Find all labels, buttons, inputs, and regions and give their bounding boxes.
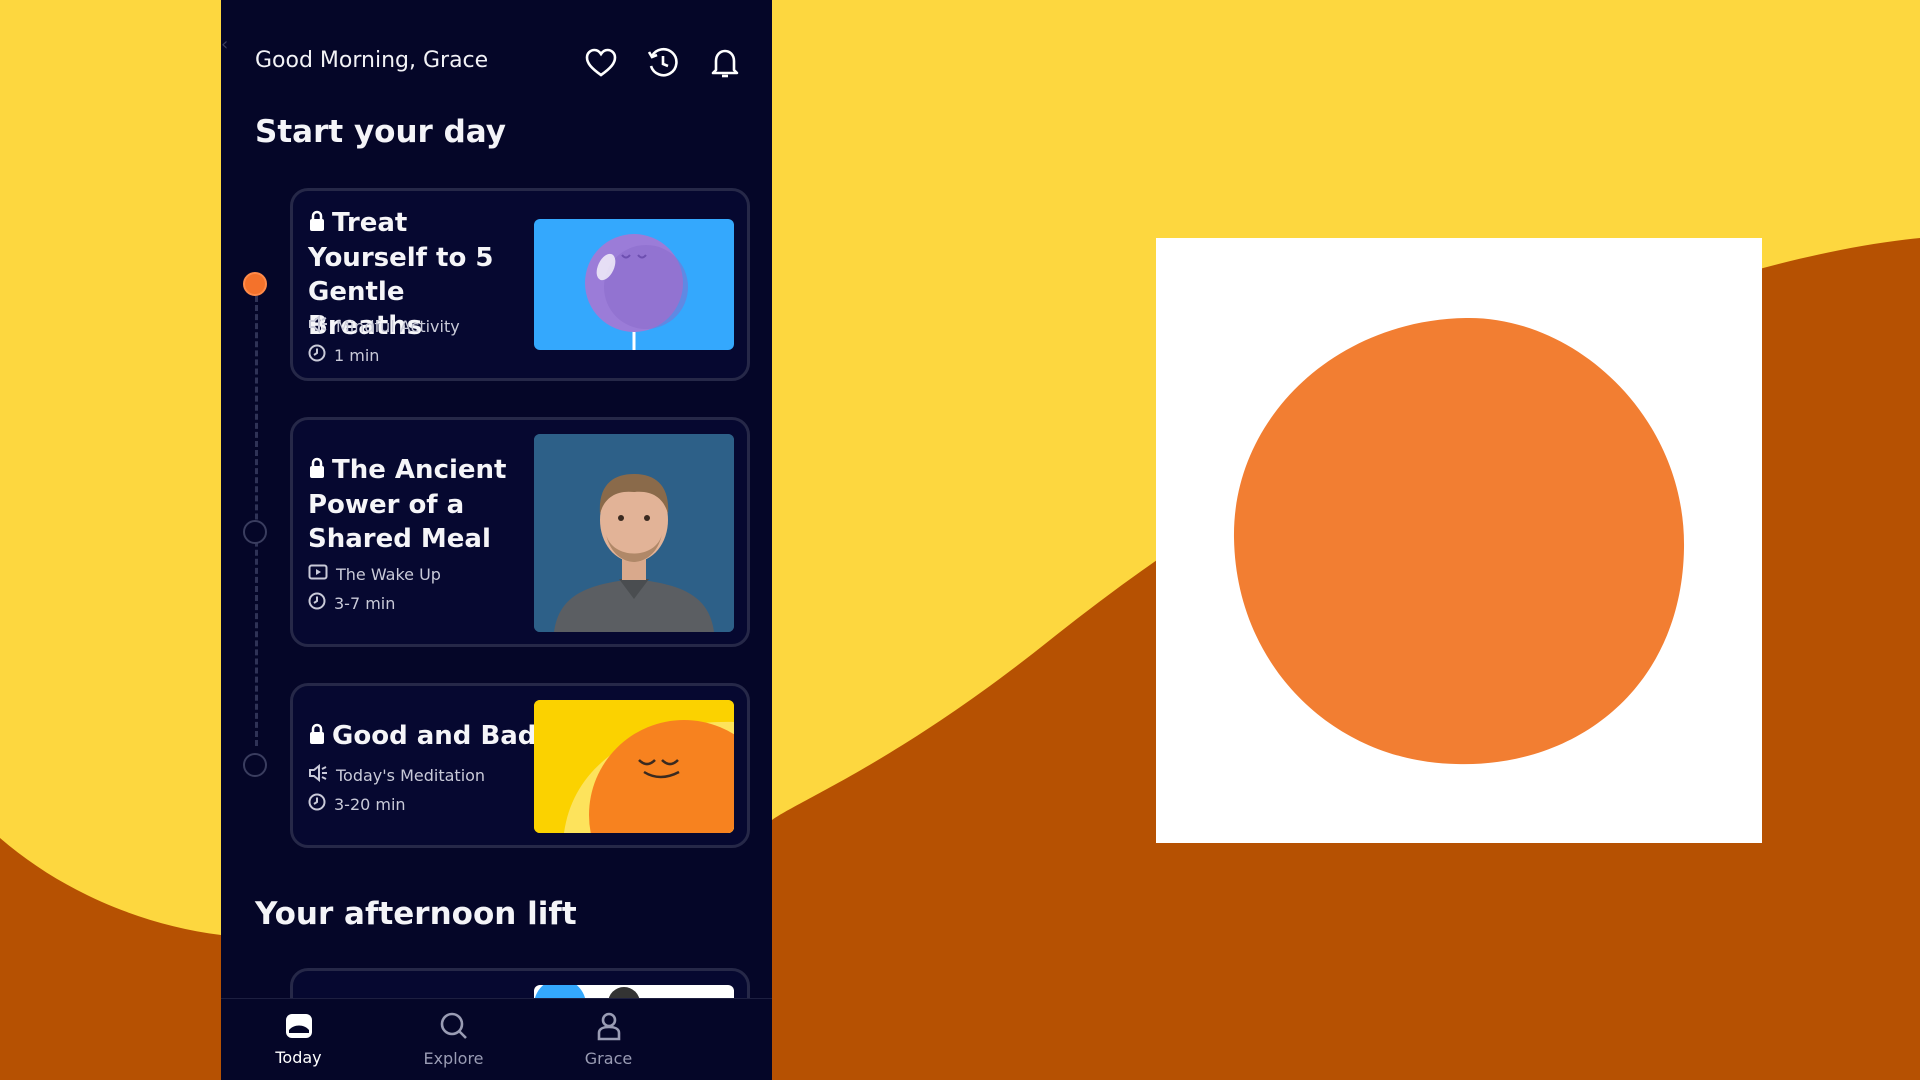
bottom-navigation: Today Explore Grace: [221, 998, 772, 1080]
history-icon[interactable]: [644, 44, 682, 82]
search-icon: [439, 1011, 469, 1045]
content-card[interactable]: The Ancient Power of a Shared Meal The W…: [290, 417, 750, 647]
timeline-dot: [243, 753, 267, 777]
lock-icon: [308, 454, 326, 488]
nav-profile[interactable]: Grace: [531, 999, 686, 1080]
lock-icon: [308, 207, 326, 241]
greeting-text: Good Morning, Grace: [255, 48, 489, 73]
card-type: The Wake Up: [308, 563, 441, 585]
back-chevron-icon[interactable]: ‹: [221, 34, 228, 55]
section-title-start-day: Start your day: [255, 114, 506, 150]
card-duration: 1 min: [308, 344, 379, 366]
phone-screen: ‹ Good Morning, Grace Start your day Tre…: [221, 0, 772, 1080]
audio-icon: [308, 763, 328, 786]
video-icon: [308, 563, 328, 585]
profile-icon: [596, 1011, 622, 1045]
timeline-dot-active: [243, 272, 267, 296]
nav-explore[interactable]: Explore: [376, 999, 531, 1080]
header-actions: [582, 44, 744, 82]
orange-blob-card: [1156, 238, 1762, 843]
clock-icon: [308, 344, 326, 366]
heart-icon[interactable]: [582, 44, 620, 82]
content-card[interactable]: Treat Yourself to 5 Gentle Breaths Mindf…: [290, 188, 750, 381]
lock-icon: [308, 720, 326, 754]
card-duration: 3-20 min: [308, 793, 406, 815]
clock-icon: [308, 592, 326, 614]
card-duration: 3-7 min: [308, 592, 395, 614]
card-thumbnail-balloon: [534, 219, 734, 350]
nav-today[interactable]: Today: [221, 999, 376, 1080]
section-title-afternoon: Your afternoon lift: [255, 896, 577, 932]
bell-icon[interactable]: [706, 44, 744, 82]
timeline-dot: [243, 520, 267, 544]
today-icon: [284, 1012, 314, 1044]
card-thumbnail-sun: [534, 700, 734, 833]
orange-blob-shape: [1233, 317, 1685, 765]
card-title: The Ancient Power of a Shared Meal: [308, 454, 507, 554]
content-card[interactable]: Good and Bad Today's Meditation 3-20 min: [290, 683, 750, 848]
audio-icon: [308, 314, 328, 337]
card-thumbnail-portrait: [534, 434, 734, 632]
card-title: Good and Bad: [308, 719, 538, 754]
clock-icon: [308, 793, 326, 815]
card-type: Today's Meditation: [308, 763, 485, 786]
card-type: Mindful Activity: [308, 314, 460, 337]
